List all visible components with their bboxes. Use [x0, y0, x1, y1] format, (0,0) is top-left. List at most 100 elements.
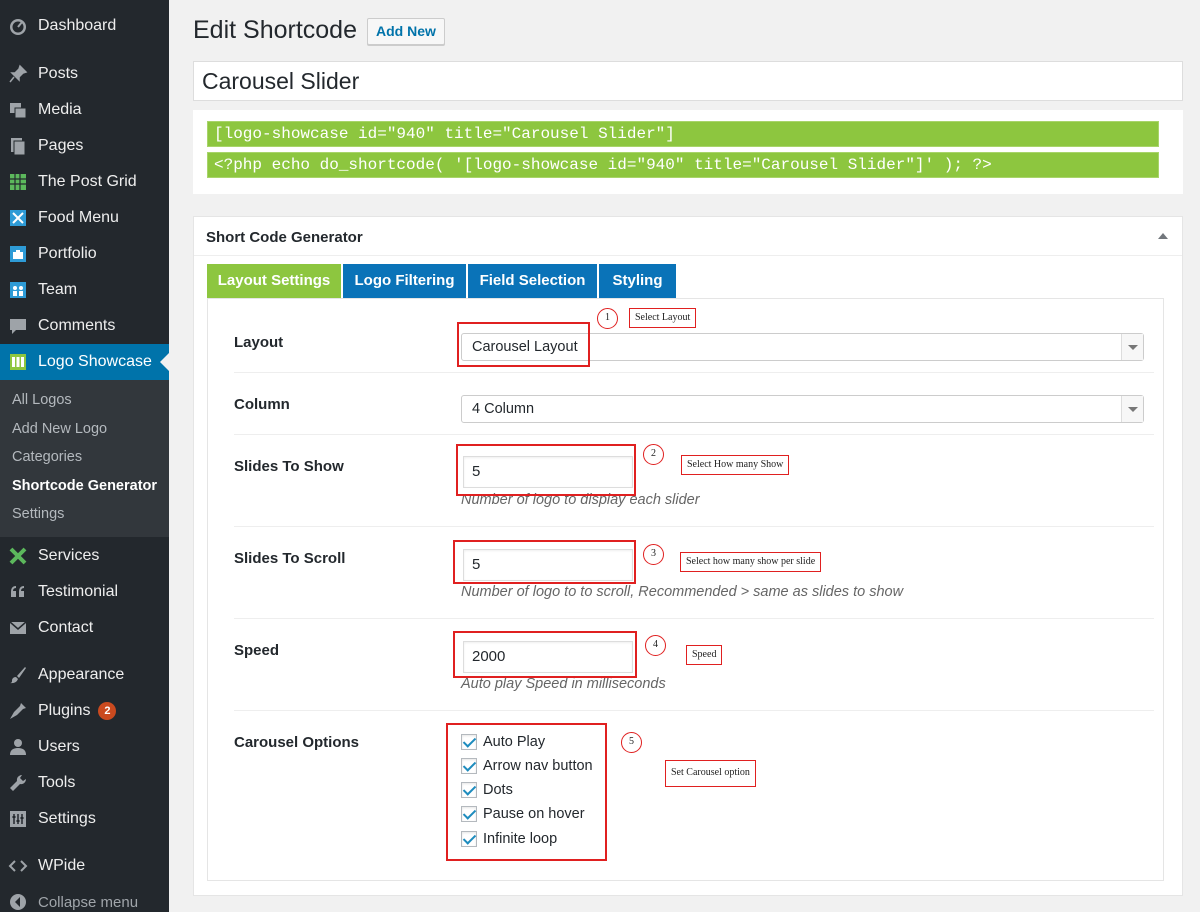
menu-label: Plugins	[38, 702, 91, 719]
column-select[interactable]: 4 Column	[461, 395, 1144, 423]
menu-label: WPide	[38, 857, 86, 874]
annotation-number-1: 1	[597, 308, 618, 329]
menu-label: Appearance	[38, 666, 125, 683]
annotation-number-5: 5	[621, 732, 642, 753]
menu-item-portfolio[interactable]: Portfolio	[0, 236, 169, 272]
menu-item-services[interactable]: Services	[0, 538, 169, 574]
menu-item-plugins[interactable]: Plugins 2	[0, 693, 169, 729]
menu-label: Settings	[38, 810, 96, 827]
wrench-icon	[8, 773, 28, 793]
menu-item-posts[interactable]: Posts	[0, 56, 169, 92]
shortcode-box: [logo-showcase id="940" title="Carousel …	[193, 110, 1183, 194]
panel-toggle-icon[interactable]	[1158, 233, 1168, 239]
menu-item-the-post-grid[interactable]: The Post Grid	[0, 164, 169, 200]
column-label: Column	[234, 396, 290, 413]
annotation-number-3: 3	[643, 544, 664, 565]
menu-item-contact[interactable]: Contact	[0, 610, 169, 646]
slides-to-show-label: Slides To Show	[234, 458, 344, 475]
menu-item-users[interactable]: Users	[0, 729, 169, 765]
menu-label: Pages	[38, 137, 84, 154]
row-divider	[234, 618, 1154, 619]
post-title-input[interactable]: Carousel Slider	[193, 61, 1183, 101]
layout-label: Layout	[234, 334, 284, 351]
annotation-label-4: Speed	[686, 645, 723, 665]
annotation-number-4: 4	[645, 635, 666, 656]
menu-item-settings[interactable]: Settings	[0, 801, 169, 837]
menu-label: Posts	[38, 65, 79, 82]
submenu-categories[interactable]: Categories	[12, 449, 82, 465]
admin-sidebar: Dashboard Posts Media Pages The Post Gri…	[0, 0, 169, 912]
menu-label: Comments	[38, 317, 116, 334]
menu-label: Media	[38, 101, 82, 118]
menu-item-food-menu[interactable]: Food Menu	[0, 200, 169, 236]
menu-label: Portfolio	[38, 245, 97, 262]
tab-logo-filtering[interactable]: Logo Filtering	[343, 264, 466, 298]
panel-divider	[194, 255, 1182, 256]
tab-layout-settings[interactable]: Layout Settings	[207, 264, 341, 298]
menu-label: Dashboard	[38, 17, 117, 34]
shortcode-text[interactable]: [logo-showcase id="940" title="Carousel …	[207, 121, 1159, 147]
menu-item-testimonial[interactable]: Testimonial	[0, 574, 169, 610]
carousel-options-label: Carousel Options	[234, 734, 360, 751]
settings-icon	[8, 809, 28, 829]
submenu-all-logos[interactable]: All Logos	[12, 392, 72, 408]
menu-item-dashboard[interactable]: Dashboard	[0, 8, 169, 44]
plugin-icon	[8, 701, 28, 721]
collapse-icon	[8, 892, 28, 912]
row-divider	[234, 372, 1154, 373]
menu-label: Users	[38, 738, 80, 755]
media-icon	[8, 100, 28, 120]
submenu-add-new-logo[interactable]: Add New Logo	[12, 421, 107, 437]
menu-label: Contact	[38, 619, 94, 636]
menu-label: Logo Showcase	[38, 353, 152, 370]
menu-label: Testimonial	[38, 583, 119, 600]
php-shortcode-text[interactable]: <?php echo do_shortcode( '[logo-showcase…	[207, 152, 1159, 178]
pages-icon	[8, 136, 28, 156]
menu-item-wpide[interactable]: WPide	[0, 848, 169, 884]
slides-to-scroll-description: Number of logo to to scroll, Recommended…	[461, 584, 904, 600]
annotation-highlight-3	[453, 540, 636, 584]
portfolio-icon	[8, 244, 28, 264]
annotation-highlight-4	[453, 631, 637, 678]
annotation-label-1: Select Layout	[629, 308, 697, 328]
menu-label: The Post Grid	[38, 173, 137, 190]
speed-description: Auto play Speed in milliseconds	[461, 676, 666, 692]
annotation-highlight-5	[446, 723, 607, 861]
menu-item-comments[interactable]: Comments	[0, 308, 169, 344]
column-select-value: 4 Column	[472, 401, 535, 417]
annotation-number-2: 2	[643, 444, 664, 465]
pin-icon	[8, 64, 28, 84]
brush-icon	[8, 665, 28, 685]
layout-settings-content: Layout Carousel Layout Column 4 Column S…	[207, 298, 1164, 881]
row-divider	[234, 710, 1154, 711]
menu-item-logo-showcase[interactable]: Logo Showcase	[0, 344, 169, 380]
grid-icon	[8, 172, 28, 192]
dashboard-icon	[8, 16, 28, 36]
food-menu-icon	[8, 208, 28, 228]
menu-item-team[interactable]: Team	[0, 272, 169, 308]
quote-icon	[8, 582, 28, 602]
annotation-highlight-2	[456, 444, 636, 496]
menu-item-media[interactable]: Media	[0, 92, 169, 128]
slides-to-scroll-label: Slides To Scroll	[234, 550, 346, 567]
menu-label: Food Menu	[38, 209, 119, 226]
logo-showcase-icon	[8, 352, 28, 372]
tab-styling[interactable]: Styling	[599, 264, 676, 298]
annotation-label-3: Select how many show per slide	[680, 552, 822, 572]
submenu-settings[interactable]: Settings	[12, 506, 64, 522]
menu-item-pages[interactable]: Pages	[0, 128, 169, 164]
panel-title: Short Code Generator	[206, 229, 363, 246]
row-divider	[234, 526, 1154, 527]
team-icon	[8, 280, 28, 300]
tab-field-selection[interactable]: Field Selection	[468, 264, 597, 298]
logo-showcase-submenu: All Logos Add New Logo Categories Shortc…	[0, 380, 169, 537]
menu-label: Tools	[38, 774, 76, 791]
mail-icon	[8, 618, 28, 638]
chevron-down-icon	[1121, 396, 1143, 422]
menu-item-tools[interactable]: Tools	[0, 765, 169, 801]
collapse-menu-button[interactable]: Collapse menu	[0, 884, 169, 912]
add-new-button[interactable]: Add New	[367, 18, 445, 45]
submenu-shortcode-generator[interactable]: Shortcode Generator	[12, 478, 157, 494]
menu-label: Services	[38, 547, 100, 564]
menu-item-appearance[interactable]: Appearance	[0, 657, 169, 693]
